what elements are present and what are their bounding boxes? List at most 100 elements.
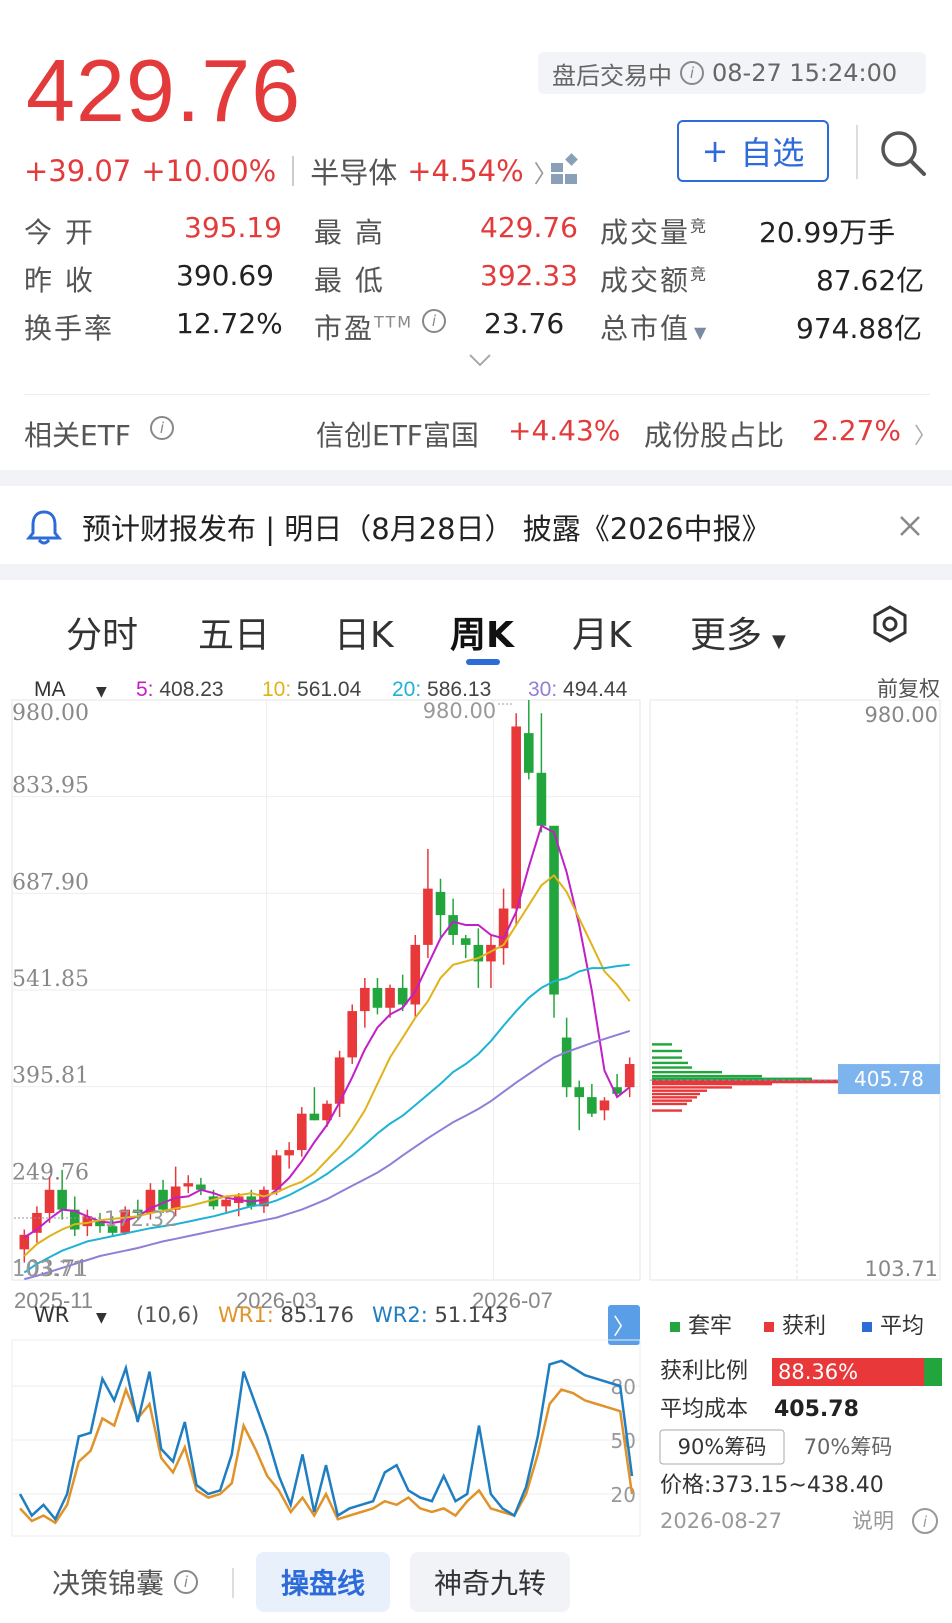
info-icon[interactable]: i: [422, 309, 446, 333]
quote-datetime: 08-27 15:24:00: [712, 59, 898, 87]
candle-body: [271, 1155, 282, 1190]
candle-body: [511, 726, 521, 909]
legend-swatch: [862, 1322, 872, 1332]
avg-cost-label: 平均成本: [660, 1397, 748, 1422]
related-etf-row[interactable]: 相关ETF i 信创ETF富国 +4.43% 成份股占比 2.27% 〉: [24, 408, 936, 458]
low-annotation: 172.32: [104, 1207, 177, 1231]
earnings-notice[interactable]: 预计财报发布 | 明日（8月28日） 披露《2026中报》: [0, 486, 952, 564]
stat-label: 昨 收: [24, 264, 95, 297]
adjust-label: 前复权: [877, 677, 940, 701]
stat-value: 392.33: [480, 259, 578, 292]
candle-body: [423, 888, 433, 945]
info-icon[interactable]: i: [680, 61, 704, 85]
search-icon[interactable]: [878, 128, 928, 178]
wr2-value: WR2: 51.143: [372, 1303, 508, 1327]
etf-share-label: 成份股占比: [644, 419, 785, 452]
chip-bar: [652, 1099, 692, 1102]
current-price: 429.76: [26, 41, 302, 140]
chip-frame: [649, 699, 941, 1281]
settings-icon[interactable]: [870, 604, 910, 644]
y-tick-label: 687.90: [12, 870, 89, 895]
stat-label: 成交额竞: [600, 264, 709, 297]
explain-label: 说明: [852, 1509, 894, 1533]
chip-bar: [652, 1074, 762, 1078]
sector-link[interactable]: 半导体: [310, 150, 397, 192]
stat-value: 20.99万手: [759, 216, 896, 249]
stat-value: 395.19: [184, 211, 282, 244]
caret-down-icon: ▼: [772, 631, 786, 652]
tab-weekly-k[interactable]: 周K: [450, 606, 514, 658]
etf-change: +4.43%: [508, 414, 621, 447]
tab-more[interactable]: 更多 ▼: [690, 606, 786, 658]
chip-bar: [652, 1096, 697, 1099]
wr-frame: [11, 1339, 641, 1537]
etf-name: 信创ETF富国: [316, 419, 479, 452]
chip-bar: [652, 1043, 672, 1046]
chip-top-label: 980.00: [865, 703, 938, 727]
stat-label[interactable]: 总市值 ▼: [600, 307, 708, 347]
info-icon[interactable]: i: [150, 416, 174, 440]
kline-chart[interactable]: MA ▼ 5: 408.23 10: 561.04 20: 586.13 30: 494.…: [0, 670, 952, 1540]
chip-bar: [652, 1061, 688, 1065]
ma-selector: MA: [34, 678, 66, 701]
y-tick-label: 249.76: [12, 1160, 89, 1185]
stat-value: 87.62亿: [816, 264, 925, 297]
legend-label: 获利: [782, 1314, 826, 1339]
magic-nine-button[interactable]: 神奇九转: [410, 1552, 570, 1612]
candle-body: [587, 1097, 597, 1114]
sector-change: +4.54%: [407, 154, 524, 188]
divider: [24, 394, 930, 395]
chip-bar: [652, 1092, 700, 1096]
candle-body: [44, 1189, 55, 1213]
trading-line-button[interactable]: 操盘线: [256, 1552, 390, 1612]
price-change-pct: +10.00%: [141, 154, 277, 188]
chip-bar: [652, 1070, 722, 1074]
candle-body: [599, 1100, 610, 1111]
chip-bar: [652, 1102, 687, 1106]
candle-body: [284, 1150, 294, 1156]
candle-body: [435, 891, 446, 916]
candle-body: [524, 733, 534, 773]
price-range: 价格:373.15~438.40: [660, 1473, 884, 1498]
chevron-right-icon: 〉: [914, 424, 937, 449]
stat-label: 今 开: [24, 216, 95, 249]
tab-fenshi[interactable]: 分时: [66, 606, 138, 658]
y-tick-label: 395.81: [12, 1064, 89, 1089]
wr-tick-label: 80: [611, 1375, 636, 1399]
tab-five-day[interactable]: 五日: [198, 606, 270, 658]
add-watchlist-button[interactable]: + 自选: [677, 120, 829, 182]
legend-label: 平均: [880, 1314, 924, 1339]
expand-chevron-icon[interactable]: [467, 352, 493, 368]
chevron-right-icon: 〉: [613, 1315, 635, 1340]
candle-body: [372, 987, 383, 1008]
info-icon-glyph: i: [923, 1513, 928, 1531]
candle-body: [536, 772, 547, 826]
legend-swatch: [764, 1322, 774, 1332]
active-tab-indicator: [466, 659, 500, 665]
decision-kit-button[interactable]: 决策锦囊 i: [30, 1552, 220, 1612]
chip-bar: [652, 1066, 692, 1069]
candle-body: [574, 1087, 585, 1098]
profit-ratio-value: 88.36%: [778, 1360, 858, 1384]
candle-body: [549, 825, 559, 995]
ma-value: 5: 408.23: [136, 678, 224, 701]
ma-line-30: [24, 1029, 631, 1281]
grid-icon[interactable]: [550, 153, 582, 185]
ma-value: 20: 586.13: [392, 678, 491, 701]
stat-label: 市盈TTM: [314, 312, 414, 345]
y-tick-label: 541.85: [12, 967, 89, 992]
candle-body: [498, 908, 509, 949]
close-icon[interactable]: [898, 514, 922, 538]
avg-cost-value: 405.78: [774, 1397, 859, 1422]
plus-icon: +: [701, 132, 729, 170]
tab-monthly-k[interactable]: 月K: [572, 606, 632, 658]
candle-body: [183, 1183, 194, 1187]
tab-daily-k[interactable]: 日K: [334, 606, 394, 658]
high-annotation: 980.00: [423, 699, 496, 723]
change-row: +39.07 +10.00% 半导体 +4.54% 〉: [24, 150, 558, 192]
chip-bar: [652, 1049, 682, 1053]
candle-body: [309, 1113, 320, 1121]
y-tick-label: 980.00: [12, 701, 89, 726]
chip90-label: 90%筹码: [678, 1435, 767, 1459]
info-icon: i: [174, 1570, 198, 1594]
